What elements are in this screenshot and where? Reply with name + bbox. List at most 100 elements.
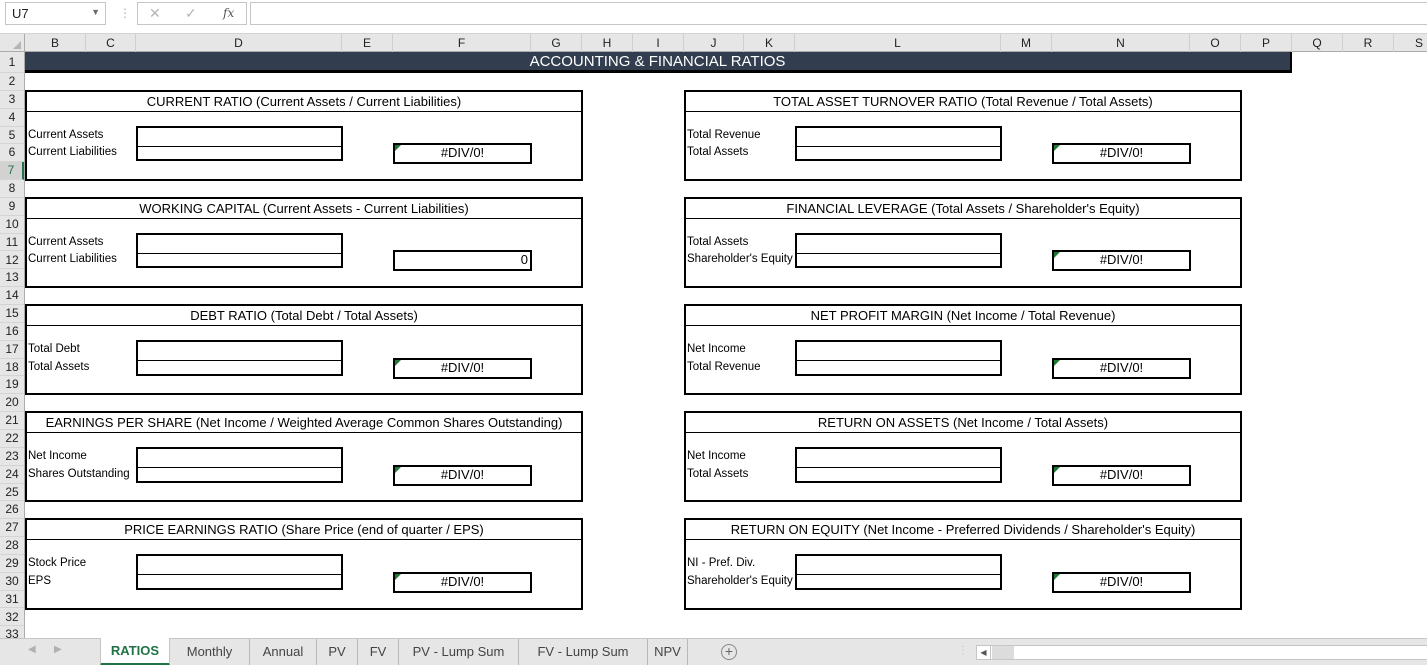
result-cell[interactable]: #DIV/0! [393, 571, 532, 593]
row-header-28[interactable]: 28 [0, 537, 24, 555]
row-header-22[interactable]: 22 [0, 430, 24, 448]
row-header-27[interactable]: 27 [0, 519, 24, 538]
input-cell-2[interactable] [797, 467, 1000, 485]
formula-input[interactable] [250, 2, 1427, 25]
result-cell[interactable]: #DIV/0! [1052, 143, 1191, 165]
column-header-f[interactable]: F [393, 34, 531, 52]
input-cell-2[interactable] [797, 360, 1000, 378]
column-header-i[interactable]: I [633, 34, 684, 52]
add-sheet-icon[interactable]: + [721, 644, 737, 660]
column-header-k[interactable]: K [744, 34, 795, 52]
input-cell-2[interactable] [797, 253, 1000, 271]
column-header-p[interactable]: P [1241, 34, 1292, 52]
sheet-tab-ratios[interactable]: RATIOS [100, 638, 170, 665]
prev-sheet-icon[interactable]: ◀ [28, 644, 36, 655]
row-header-15[interactable]: 15 [0, 305, 24, 323]
input-cell-1[interactable] [797, 556, 1000, 574]
row-header-17[interactable]: 17 [0, 341, 24, 359]
sheet-tab-monthly[interactable]: Monthly [170, 639, 250, 665]
row-header-14[interactable]: 14 [0, 287, 24, 306]
row-header-16[interactable]: 16 [0, 323, 24, 341]
input-cell-2[interactable] [797, 574, 1000, 592]
result-cell[interactable]: #DIV/0! [1052, 250, 1191, 272]
result-cell[interactable]: 0 [393, 250, 532, 272]
result-cell[interactable]: #DIV/0! [1052, 464, 1191, 486]
input-cell-1[interactable] [797, 342, 1000, 360]
column-header-m[interactable]: M [1001, 34, 1052, 52]
column-header-d[interactable]: D [136, 34, 342, 52]
column-header-b[interactable]: B [25, 34, 86, 52]
column-header-h[interactable]: H [582, 34, 633, 52]
column-header-g[interactable]: G [531, 34, 582, 52]
input-cell-1[interactable] [138, 128, 341, 146]
sheet-tab-npv[interactable]: NPV [648, 639, 688, 665]
scroll-left-icon[interactable]: ◀ [977, 646, 991, 659]
input-cell-2[interactable] [138, 253, 341, 271]
result-cell[interactable]: #DIV/0! [1052, 571, 1191, 593]
input-cell-1[interactable] [138, 556, 341, 574]
row-header-26[interactable]: 26 [0, 501, 24, 520]
input-cell-2[interactable] [138, 467, 341, 485]
row-header-30[interactable]: 30 [0, 573, 24, 591]
column-header-n[interactable]: N [1052, 34, 1190, 52]
column-header-o[interactable]: O [1190, 34, 1241, 52]
result-cell[interactable]: #DIV/0! [393, 464, 532, 486]
column-header-j[interactable]: J [684, 34, 744, 52]
row-header-25[interactable]: 25 [0, 484, 24, 502]
row-header-4[interactable]: 4 [0, 109, 24, 127]
row-header-1[interactable]: 1 [0, 52, 24, 73]
column-header-s[interactable]: S [1394, 34, 1427, 52]
row-header-23[interactable]: 23 [0, 448, 24, 466]
row-header-12[interactable]: 12 [0, 252, 24, 270]
sheet-tab-fv[interactable]: FV [358, 639, 399, 665]
row-header-32[interactable]: 32 [0, 609, 24, 627]
row-header-20[interactable]: 20 [0, 394, 24, 413]
column-header-c[interactable]: C [86, 34, 136, 52]
row-header-13[interactable]: 13 [0, 269, 24, 288]
cancel-icon[interactable]: ✕ [149, 5, 161, 22]
row-header-10[interactable]: 10 [0, 216, 24, 234]
row-header-29[interactable]: 29 [0, 555, 24, 573]
sheet-tab-pv-lump-sum[interactable]: PV - Lump Sum [399, 639, 519, 665]
row-header-31[interactable]: 31 [0, 591, 24, 609]
input-cell-2[interactable] [138, 360, 341, 378]
input-cell-1[interactable] [797, 235, 1000, 253]
row-header-19[interactable]: 19 [0, 376, 24, 395]
row-header-6[interactable]: 6 [0, 144, 24, 163]
input-cell-2[interactable] [797, 146, 1000, 164]
sheet-tab-pv[interactable]: PV [317, 639, 358, 665]
result-cell[interactable]: #DIV/0! [1052, 357, 1191, 379]
input-cell-1[interactable] [797, 128, 1000, 146]
input-cell-1[interactable] [138, 449, 341, 467]
row-header-18[interactable]: 18 [0, 359, 24, 377]
sheet-tab-annual[interactable]: Annual [250, 639, 317, 665]
row-header-7[interactable]: 7 [0, 162, 24, 181]
insert-function-icon[interactable]: fx [223, 6, 234, 20]
column-header-q[interactable]: Q [1292, 34, 1343, 52]
input-cell-2[interactable] [138, 574, 341, 592]
result-cell[interactable]: #DIV/0! [393, 357, 532, 379]
sheet-tab-fv-lump-sum[interactable]: FV - Lump Sum [519, 639, 648, 665]
column-header-r[interactable]: R [1343, 34, 1394, 52]
input-cell-1[interactable] [138, 235, 341, 253]
horizontal-scrollbar[interactable]: ◀ [976, 645, 1427, 660]
chevron-down-icon[interactable]: ▼ [91, 7, 100, 17]
select-all-button[interactable] [0, 34, 25, 52]
row-header-8[interactable]: 8 [0, 180, 24, 198]
enter-icon[interactable]: ✓ [185, 5, 197, 22]
row-header-5[interactable]: 5 [0, 127, 24, 145]
column-header-e[interactable]: E [342, 34, 393, 52]
splitter-handle-icon[interactable]: ⋮ [958, 645, 968, 656]
row-header-21[interactable]: 21 [0, 412, 24, 430]
row-header-11[interactable]: 11 [0, 234, 24, 252]
input-cell-1[interactable] [797, 449, 1000, 467]
next-sheet-icon[interactable]: ▶ [54, 644, 62, 655]
result-cell[interactable]: #DIV/0! [393, 143, 532, 165]
row-header-2[interactable]: 2 [0, 73, 24, 91]
row-header-24[interactable]: 24 [0, 466, 24, 484]
row-header-3[interactable]: 3 [0, 91, 24, 109]
scrollbar-thumb[interactable] [992, 646, 1014, 659]
input-cell-2[interactable] [138, 146, 341, 164]
input-cell-1[interactable] [138, 342, 341, 360]
row-header-9[interactable]: 9 [0, 198, 24, 216]
